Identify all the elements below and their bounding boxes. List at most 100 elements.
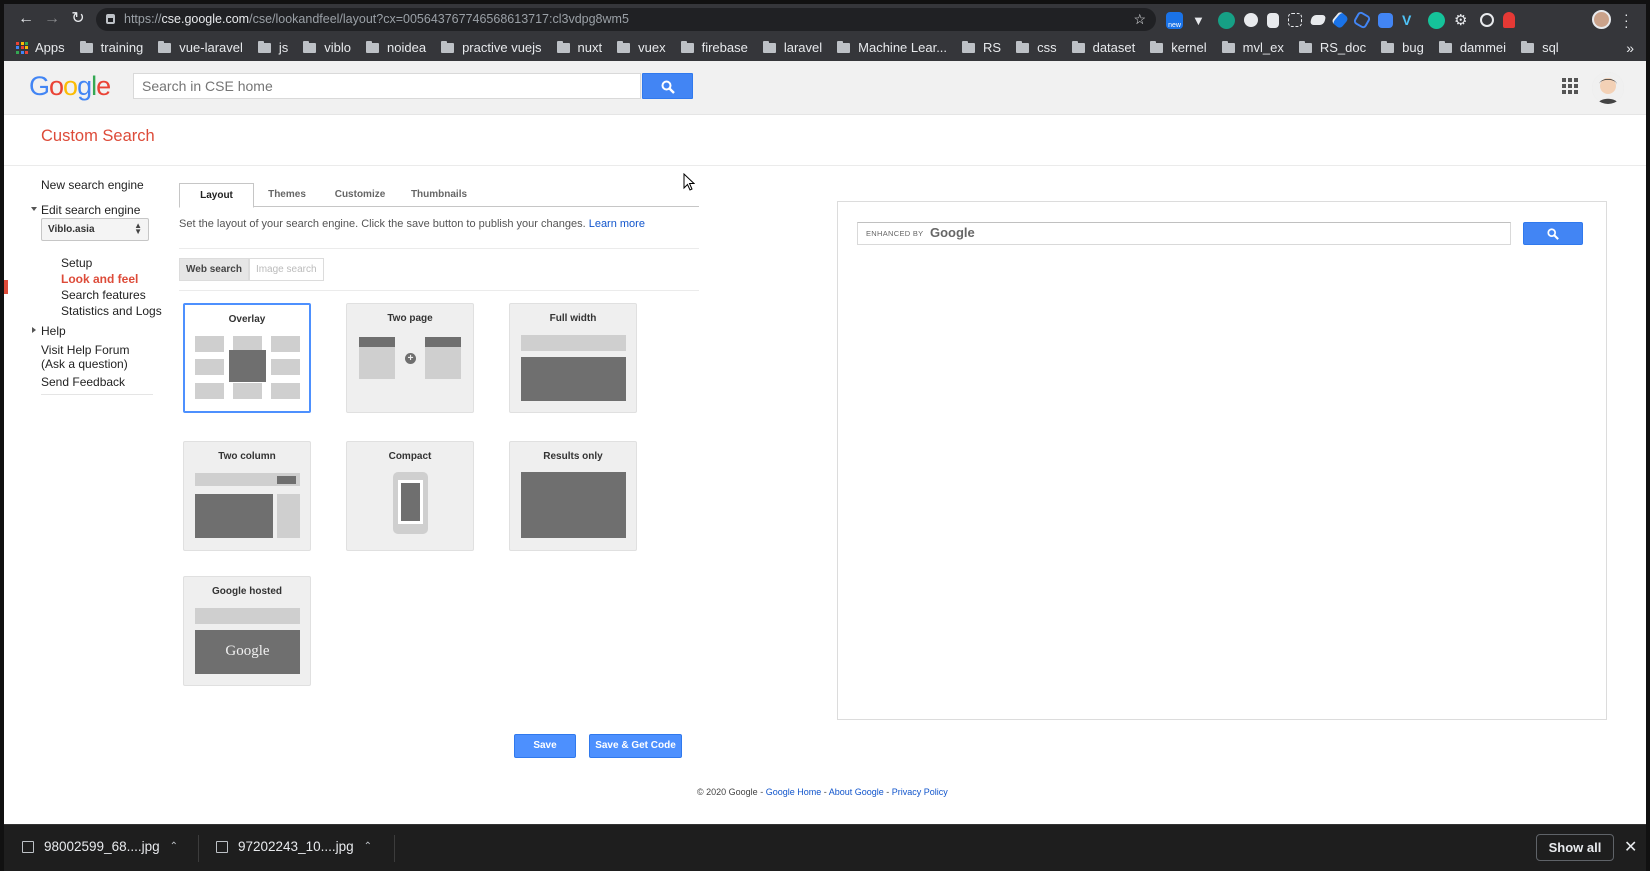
reload-icon[interactable]: ↻: [70, 11, 86, 27]
google-header: Google Search in CSE home: [4, 61, 1646, 115]
bookmark-folder[interactable]: js: [257, 40, 288, 55]
extension-tag-icon[interactable]: [1309, 15, 1327, 25]
extension-pen-icon[interactable]: [1330, 10, 1350, 30]
bookmark-folder[interactable]: nuxt: [556, 40, 602, 55]
sidebar-item-help[interactable]: Help: [41, 324, 66, 338]
web-search-button[interactable]: Web search: [179, 258, 249, 281]
expand-right-icon[interactable]: [32, 327, 36, 333]
sidebar-item-setup[interactable]: Setup: [61, 256, 92, 270]
header-search-button[interactable]: [642, 73, 693, 99]
about-google-link[interactable]: About Google: [829, 787, 884, 797]
bookmark-folder[interactable]: RS_doc: [1298, 40, 1366, 55]
expand-down-icon[interactable]: [31, 207, 37, 211]
extension-gear-icon[interactable]: ⚙: [1454, 12, 1471, 29]
extension-m-icon[interactable]: [1218, 11, 1235, 29]
menu-kebab-icon[interactable]: · · ·: [1624, 7, 1629, 33]
bookmark-folders: training vue-laravel js viblo noidea practive…: [79, 40, 1574, 55]
sidebar-item-search-features[interactable]: Search features: [61, 288, 146, 302]
layout-option-results-only[interactable]: Results only: [509, 441, 637, 551]
privacy-policy-link[interactable]: Privacy Policy: [892, 787, 948, 797]
layout-option-two-column[interactable]: Two column: [183, 441, 311, 551]
header-search-input[interactable]: Search in CSE home: [133, 73, 641, 99]
engine-select[interactable]: Viblo.asia ▲ ▼: [41, 218, 149, 241]
download-item[interactable]: 97202243_10....jpg ⌃: [216, 839, 372, 854]
learn-more-link[interactable]: Learn more: [589, 218, 645, 230]
bookmark-folder[interactable]: css: [1016, 40, 1057, 55]
bookmark-folder[interactable]: noidea: [366, 40, 426, 55]
bookmark-label: RS: [983, 40, 1002, 55]
extension-grammarly-icon[interactable]: [1428, 11, 1445, 29]
layout-option-overlay[interactable]: Overlay: [183, 303, 311, 413]
bookmark-apps[interactable]: Apps: [16, 40, 65, 55]
extension-red-icon[interactable]: [1503, 12, 1515, 28]
layout-label: Results only: [543, 451, 603, 462]
extension-v-icon[interactable]: ▼: [1192, 12, 1209, 29]
sidebar-divider: [41, 394, 153, 395]
google-home-link[interactable]: Google Home: [766, 787, 822, 797]
bookmark-folder[interactable]: kernel: [1150, 40, 1207, 55]
download-item[interactable]: 98002599_68....jpg ⌃: [22, 839, 178, 854]
folder-icon: [556, 40, 570, 53]
profile-avatar[interactable]: [1592, 10, 1611, 29]
page-title: Custom Search: [41, 127, 155, 145]
bookmark-folder[interactable]: vue-laravel: [158, 40, 243, 55]
bookmark-folder[interactable]: dataset: [1071, 40, 1135, 55]
extension-doc-icon[interactable]: [1267, 12, 1279, 28]
bookmark-folder[interactable]: laravel: [762, 40, 822, 55]
preview-search-button[interactable]: [1523, 222, 1583, 245]
image-search-button[interactable]: Image search: [248, 258, 324, 281]
save-and-get-code-button[interactable]: Save & Get Code: [589, 734, 682, 758]
apps-launcher-icon[interactable]: [1562, 78, 1578, 94]
layout-option-full-width[interactable]: Full width: [509, 303, 637, 413]
tab-customize[interactable]: Customize: [327, 183, 393, 207]
browser-toolbar: ← → ↻ https://cse.google.com/cse/lookand…: [4, 4, 1646, 34]
sidebar-item-statistics[interactable]: Statistics and Logs: [61, 304, 162, 318]
sidebar-item-help-forum[interactable]: Visit Help Forum (Ask a question): [41, 343, 129, 371]
google-logo[interactable]: Google: [29, 71, 111, 102]
close-icon[interactable]: ✕: [1624, 837, 1637, 857]
layout-option-google-hosted[interactable]: Google hosted Google: [183, 576, 311, 686]
bookmark-label: kernel: [1171, 40, 1207, 55]
layout-option-compact[interactable]: Compact: [346, 441, 474, 551]
layout-option-two-page[interactable]: Two page +: [346, 303, 474, 413]
sidebar-item-look-and-feel[interactable]: Look and feel: [61, 272, 138, 286]
bookmark-folder[interactable]: RS: [962, 40, 1001, 55]
tab-thumbnails[interactable]: Thumbnails: [403, 183, 475, 207]
layout-label: Two column: [218, 451, 276, 462]
more-bookmarks-icon[interactable]: »: [1626, 40, 1634, 56]
sidebar-item-feedback[interactable]: Send Feedback: [41, 375, 125, 389]
account-avatar[interactable]: [1592, 72, 1624, 104]
tab-layout[interactable]: Layout: [179, 183, 254, 208]
bookmark-folder[interactable]: training: [79, 40, 143, 55]
search-type-toggle: Web search Image search: [179, 258, 324, 281]
bookmark-folder[interactable]: mvl_ex: [1221, 40, 1284, 55]
address-bar[interactable]: https://cse.google.com/cse/lookandfeel/l…: [96, 8, 1156, 31]
extension-capture-icon[interactable]: [1288, 13, 1302, 27]
folder-icon: [1150, 40, 1164, 53]
bookmark-folder[interactable]: Machine Lear...: [837, 40, 947, 55]
extension-target-icon[interactable]: [1480, 13, 1494, 27]
extension-new-icon[interactable]: new: [1166, 11, 1183, 29]
sidebar-item-edit-engine[interactable]: Edit search engine: [41, 203, 140, 217]
show-all-button[interactable]: Show all: [1536, 834, 1614, 861]
bookmark-folder[interactable]: firebase: [680, 40, 748, 55]
back-icon[interactable]: ←: [18, 11, 34, 27]
forward-icon[interactable]: →: [44, 11, 60, 27]
bookmark-folder[interactable]: vuex: [617, 40, 666, 55]
sidebar-item-new-engine[interactable]: New search engine: [41, 178, 144, 192]
bookmark-folder[interactable]: sql: [1521, 40, 1559, 55]
bookmark-folder[interactable]: viblo: [303, 40, 351, 55]
extension-circle-icon[interactable]: [1244, 13, 1258, 27]
save-button[interactable]: Save: [514, 734, 576, 758]
tab-themes[interactable]: Themes: [259, 183, 315, 207]
chevron-up-icon[interactable]: ⌃: [364, 841, 372, 852]
bookmark-star-icon[interactable]: ☆: [1133, 8, 1146, 31]
extension-hex-icon[interactable]: [1352, 10, 1372, 30]
bookmark-folder[interactable]: bug: [1381, 40, 1424, 55]
chevron-up-icon[interactable]: ⌃: [170, 841, 178, 852]
extension-translate-icon[interactable]: [1378, 12, 1393, 28]
bookmark-folder[interactable]: practive vuejs: [441, 40, 542, 55]
extension-vue-icon[interactable]: V: [1402, 12, 1419, 29]
preview-search-input[interactable]: ENHANCED BY Google: [857, 222, 1511, 245]
bookmark-folder[interactable]: dammei: [1438, 40, 1506, 55]
